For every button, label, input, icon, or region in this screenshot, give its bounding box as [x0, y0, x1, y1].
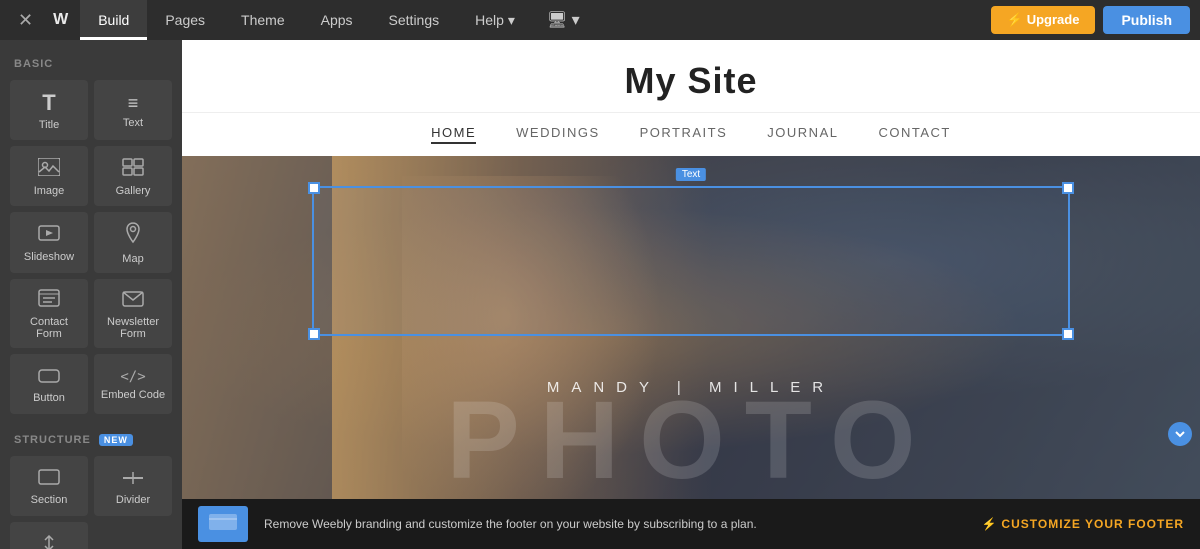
section-icon	[38, 469, 60, 489]
resize-handle-bl[interactable]	[308, 328, 320, 340]
sidebar-item-image[interactable]: Image	[10, 146, 88, 206]
gallery-icon	[122, 158, 144, 180]
nav-home[interactable]: HOME	[431, 125, 476, 144]
lightning-icon: ⚡	[981, 517, 997, 531]
canvas-area: My Site HOME WEDDINGS PORTRAITS JOURNAL …	[182, 40, 1200, 549]
sidebar-structure-title: STRUCTURE NEW	[0, 426, 182, 450]
customize-footer-button[interactable]: ⚡ CUSTOMIZE YOUR FOOTER	[981, 517, 1184, 531]
sidebar-item-gallery[interactable]: Gallery	[94, 146, 172, 206]
device-toggle-button[interactable]: 🖥 ▾	[539, 10, 588, 30]
sidebar-item-button[interactable]: Button	[10, 354, 88, 414]
tab-help[interactable]: Help ▾	[457, 0, 533, 40]
sidebar-label-text: Text	[123, 117, 143, 129]
sidebar-label-divider: Divider	[116, 494, 150, 506]
resize-handle-tl[interactable]	[308, 182, 320, 194]
contact-form-icon	[38, 289, 60, 311]
weebly-logo: W	[43, 11, 78, 29]
site-title: My Site	[182, 60, 1200, 112]
sidebar-structure-section: STRUCTURE NEW Section Divider	[0, 426, 182, 549]
nav-contact[interactable]: CONTACT	[878, 125, 950, 144]
hero-section[interactable]: Text MANDY | MILLER PHOTO	[182, 156, 1200, 506]
tab-theme[interactable]: Theme	[223, 0, 303, 40]
sidebar-item-embed-code[interactable]: </> Embed Code	[94, 354, 172, 414]
image-icon	[38, 158, 60, 180]
sidebar-label-title: Title	[39, 119, 59, 131]
sidebar-label-image: Image	[34, 185, 65, 197]
top-bar-actions: ⚡ Upgrade Publish	[991, 6, 1190, 34]
text-icon: ≡	[128, 94, 139, 112]
resize-handle-br[interactable]	[1062, 328, 1074, 340]
map-icon	[124, 222, 142, 248]
sidebar-label-map: Map	[122, 253, 143, 265]
sidebar-label-gallery: Gallery	[116, 185, 151, 197]
footer-notification-bar: Remove Weebly branding and customize the…	[182, 499, 1200, 549]
sidebar-item-divider[interactable]: Divider	[94, 456, 172, 516]
footer-preview-icon	[198, 506, 248, 542]
tab-apps[interactable]: Apps	[303, 0, 371, 40]
sidebar-label-contact-form: Contact Form	[16, 316, 82, 340]
publish-button[interactable]: Publish	[1103, 6, 1190, 34]
hero-photo-text: PHOTO	[182, 386, 1200, 496]
sidebar-label-newsletter: Newsletter Form	[100, 316, 166, 340]
resize-handle-tr[interactable]	[1062, 182, 1074, 194]
newsletter-icon	[122, 289, 144, 311]
spacer-icon	[38, 535, 60, 549]
sidebar-item-text[interactable]: ≡ Text	[94, 80, 172, 140]
nav-portraits[interactable]: PORTRAITS	[640, 125, 728, 144]
sidebar-item-slideshow[interactable]: Slideshow	[10, 212, 88, 273]
selection-box[interactable]: Text	[312, 186, 1070, 336]
main-layout: BASIC T Title ≡ Text Image Gallery	[0, 40, 1200, 549]
divider-icon	[122, 469, 144, 489]
title-icon: T	[42, 92, 55, 114]
embed-icon: </>	[120, 370, 145, 384]
sidebar-item-newsletter[interactable]: Newsletter Form	[94, 279, 172, 348]
sidebar-structure-grid: Section Divider Spacer	[0, 450, 182, 549]
sidebar-basic-grid: T Title ≡ Text Image Gallery	[0, 74, 182, 420]
slideshow-icon	[38, 224, 60, 246]
sidebar-item-map[interactable]: Map	[94, 212, 172, 273]
new-badge: NEW	[99, 434, 133, 446]
tab-build[interactable]: Build	[80, 0, 147, 40]
sidebar-item-title[interactable]: T Title	[10, 80, 88, 140]
sidebar-basic-title: BASIC	[0, 50, 182, 74]
site-navigation: HOME WEDDINGS PORTRAITS JOURNAL CONTACT	[182, 112, 1200, 156]
sidebar-label-embed: Embed Code	[101, 389, 165, 401]
footer-message: Remove Weebly branding and customize the…	[264, 517, 965, 531]
sidebar-item-contact-form[interactable]: Contact Form	[10, 279, 88, 348]
sidebar-item-section[interactable]: Section	[10, 456, 88, 516]
nav-journal[interactable]: JOURNAL	[767, 125, 838, 144]
tab-settings[interactable]: Settings	[371, 0, 458, 40]
button-icon	[38, 367, 60, 387]
sidebar-label-slideshow: Slideshow	[24, 251, 74, 263]
site-header: My Site HOME WEDDINGS PORTRAITS JOURNAL …	[182, 40, 1200, 156]
sidebar-label-button: Button	[33, 392, 65, 404]
nav-tabs: Build Pages Theme Apps Settings Help ▾	[80, 0, 533, 40]
sidebar: BASIC T Title ≡ Text Image Gallery	[0, 40, 182, 549]
scroll-down-indicator[interactable]	[1168, 422, 1192, 446]
sidebar-item-spacer[interactable]: Spacer	[10, 522, 88, 549]
tab-pages[interactable]: Pages	[147, 0, 223, 40]
sidebar-label-section: Section	[31, 494, 68, 506]
customize-footer-label[interactable]: CUSTOMIZE YOUR FOOTER	[1001, 517, 1184, 531]
nav-weddings[interactable]: WEDDINGS	[516, 125, 600, 144]
top-navigation-bar: ✕ W Build Pages Theme Apps Settings Help…	[0, 0, 1200, 40]
element-label: Text	[676, 168, 706, 181]
close-button[interactable]: ✕	[10, 0, 41, 40]
upgrade-button[interactable]: ⚡ Upgrade	[991, 6, 1096, 34]
